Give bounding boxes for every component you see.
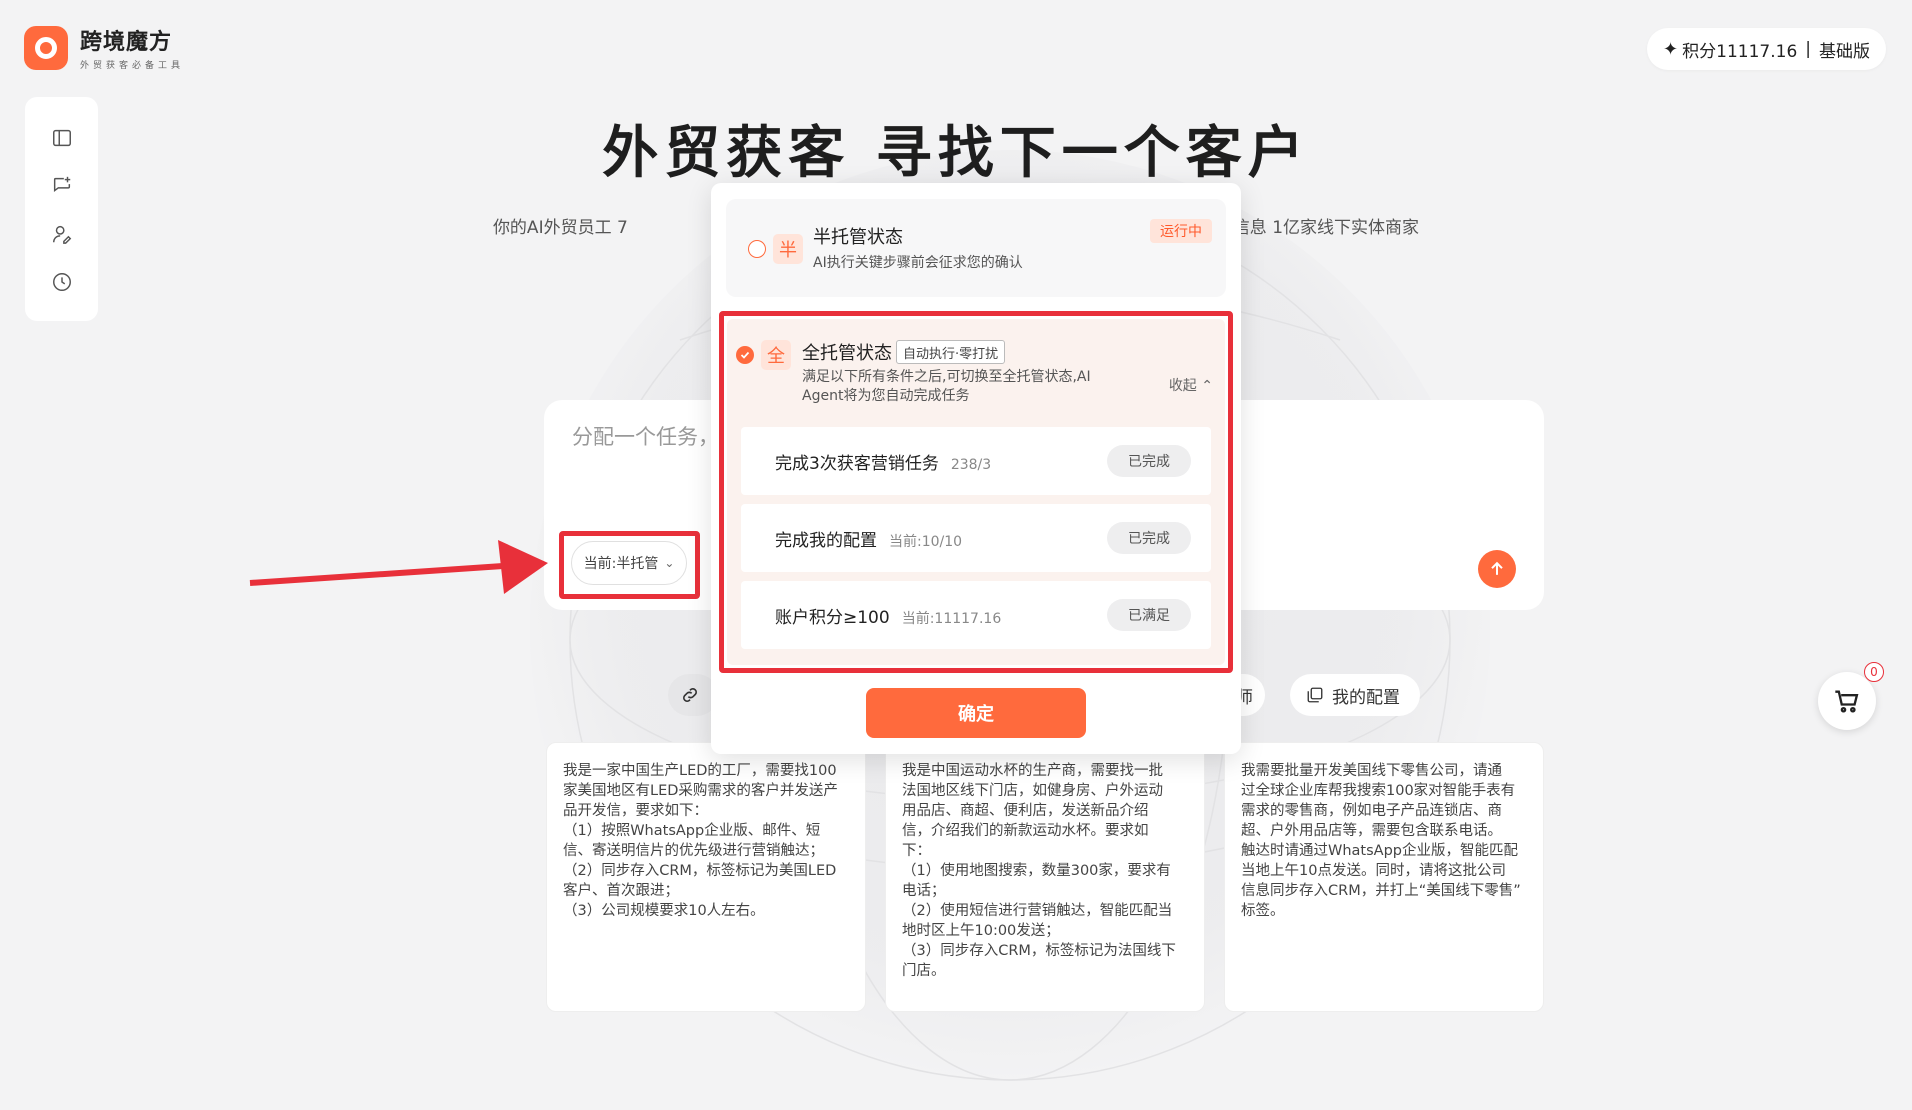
- cart-icon: [1835, 690, 1859, 713]
- annotation-arrow-icon: [249, 540, 548, 594]
- link-icon: [683, 688, 697, 702]
- chevron-down-icon: ⌄: [664, 556, 675, 570]
- hosting-mode-dropdown: 半 半托管状态 AI执行关键步骤前会征求您的确认 运行中 全 全托管状态 自动执…: [711, 183, 1241, 754]
- cart-button[interactable]: 0: [1818, 662, 1884, 730]
- sparkle-icon: ✦: [1663, 38, 1679, 60]
- confirm-button[interactable]: 确定: [866, 688, 1086, 738]
- logo-mark-icon: [24, 25, 68, 70]
- cart-count-badge: 0: [1864, 662, 1884, 682]
- config-icon: [1307, 687, 1323, 703]
- brand-slogan: 外贸获客必备工具: [80, 61, 185, 71]
- option-half-hosting[interactable]: 半 半托管状态 AI执行关键步骤前会征求您的确认 运行中: [726, 199, 1226, 297]
- hero-title: 外贸获客 寻找下一个客户: [602, 121, 1310, 186]
- hero-subtitle-left: 你的AI外贸员工 7: [492, 218, 628, 238]
- chip-my-config[interactable]: 我的配置: [1290, 674, 1420, 716]
- send-button[interactable]: [1478, 550, 1516, 588]
- chip-my-config-label: 我的配置: [1332, 687, 1400, 708]
- example-card-1[interactable]: 我是一家中国生产LED的工厂，需要找100 家美国地区有LED采购需求的客户并发…: [546, 742, 866, 1012]
- brand-logo[interactable]: 跨境魔方 外贸获客必备工具: [24, 24, 184, 71]
- example-card-3[interactable]: 我需要批量开发美国线下零售公司，请通 过全球企业库帮我搜索100家对智能手表有 …: [1224, 742, 1544, 1012]
- half-badge: 半: [773, 234, 803, 264]
- account-points-pill[interactable]: ✦ 积分11117.16 | 基础版: [1647, 28, 1886, 70]
- divider: |: [1805, 39, 1811, 59]
- example-card-2[interactable]: 我是中国运动水杯的生产商，需要找一批 法国地区线下门店，如健身房、户外运动 用品…: [885, 742, 1205, 1012]
- brand-name: 跨境魔方: [80, 30, 173, 55]
- arrow-up-icon: [1491, 561, 1503, 575]
- history-clock-icon[interactable]: [47, 267, 77, 297]
- points-value: 积分11117.16: [1682, 41, 1798, 62]
- plan-label: 基础版: [1819, 41, 1870, 62]
- full-hosting-highlight: [719, 311, 1233, 673]
- mode-selector[interactable]: 当前:半托管 ⌄: [571, 541, 687, 585]
- half-title: 半托管状态: [813, 227, 903, 248]
- half-desc: AI执行关键步骤前会征求您的确认: [813, 255, 1023, 271]
- running-status-badge: 运行中: [1150, 219, 1212, 243]
- mode-selector-label: 当前:半托管: [583, 556, 659, 572]
- radio-half-hosting[interactable]: [748, 240, 766, 258]
